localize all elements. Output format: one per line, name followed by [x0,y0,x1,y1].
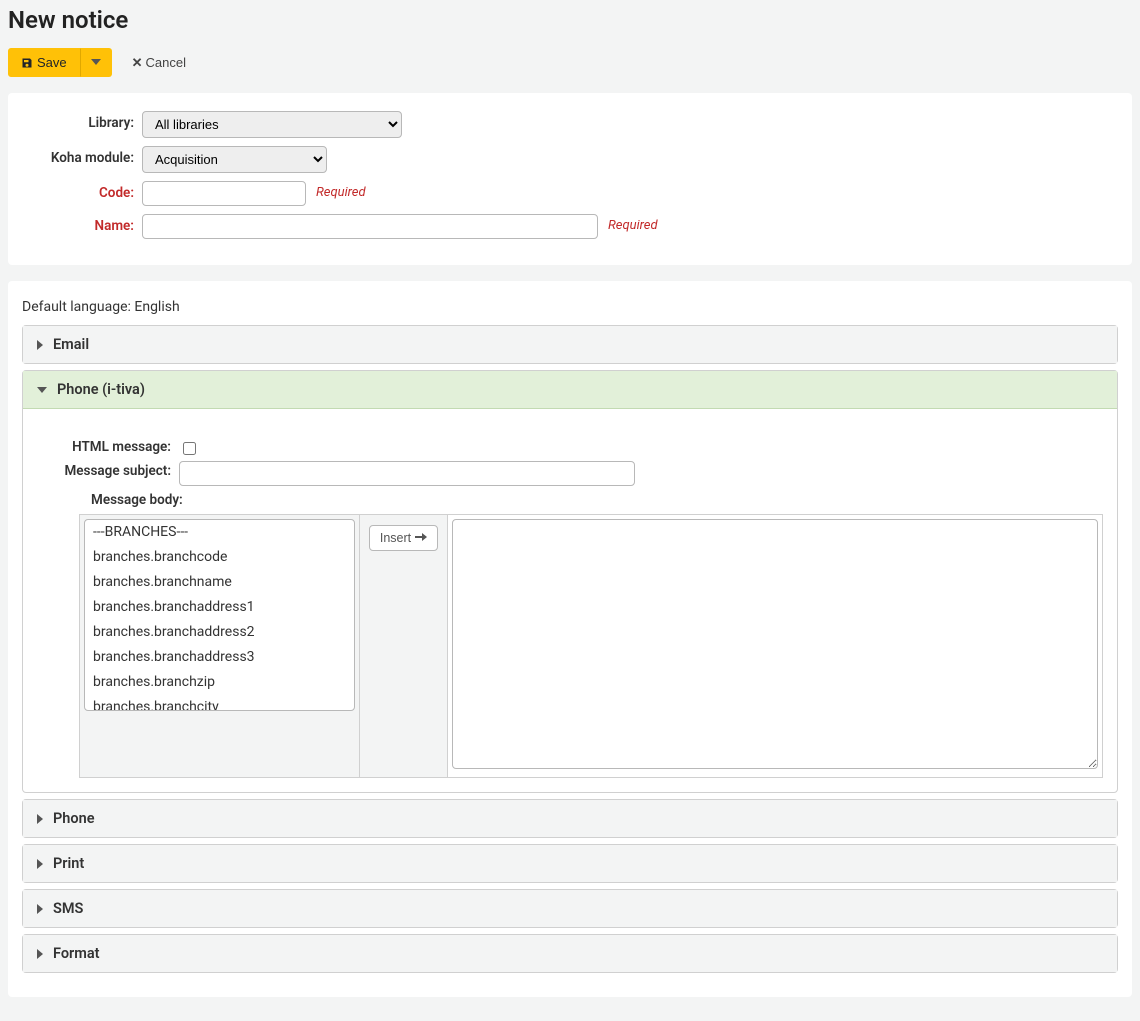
message-body-editor: ---BRANCHES--- branches.branchcode branc… [79,514,1103,778]
section-format-title: Format [53,945,100,962]
section-print-title: Print [53,855,84,872]
body-textarea-column [448,515,1102,777]
message-subject-label: Message subject: [61,461,179,479]
caret-right-icon [37,814,43,824]
field-option[interactable]: branches.branchaddress2 [85,620,354,645]
html-message-checkbox[interactable] [183,442,196,455]
field-list-column: ---BRANCHES--- branches.branchcode branc… [80,515,360,777]
save-button-label: Save [37,55,67,70]
section-phone-itiva-title: Phone (i-tiva) [57,381,145,398]
html-message-label: HTML message: [61,437,179,455]
field-option[interactable]: branches.branchcode [85,545,354,570]
message-body-label: Message body: [91,492,1103,508]
library-label: Library: [22,111,142,131]
caret-right-icon [37,949,43,959]
save-button[interactable]: Save [8,48,80,77]
caret-right-icon [37,340,43,350]
field-option[interactable]: branches.branchaddress1 [85,595,354,620]
default-language-value: English [134,299,179,315]
section-email-title: Email [53,336,89,353]
close-icon: ✕ [132,55,143,71]
section-phone-itiva-header[interactable]: Phone (i-tiva) [23,371,1117,409]
field-option[interactable]: branches.branchzip [85,670,354,695]
caret-right-icon [37,859,43,869]
section-email: Email [22,325,1118,364]
section-print: Print [22,844,1118,883]
module-label: Koha module: [22,146,142,166]
section-sms: SMS [22,889,1118,928]
section-phone-itiva-body: HTML message: Message subject: Message b… [23,409,1117,792]
code-input[interactable] [142,181,306,206]
name-required-hint: Required [608,214,658,233]
toolbar: Save ✕ Cancel [0,48,1140,93]
section-format: Format [22,934,1118,973]
save-dropdown-toggle[interactable] [80,48,112,77]
section-phone: Phone [22,799,1118,838]
message-subject-input[interactable] [179,461,635,486]
field-option[interactable]: ---BRANCHES--- [85,520,354,545]
name-label: Name: [22,214,142,234]
insert-column: Insert [360,515,448,777]
name-input[interactable] [142,214,598,239]
cancel-button-label: Cancel [146,55,186,70]
section-phone-title: Phone [53,810,95,827]
cancel-button[interactable]: ✕ Cancel [124,49,194,77]
field-option[interactable]: branches.branchaddress3 [85,645,354,670]
caret-down-icon [91,59,101,65]
section-print-header[interactable]: Print [23,845,1117,882]
section-format-header[interactable]: Format [23,935,1117,972]
caret-down-icon [37,387,47,393]
section-sms-header[interactable]: SMS [23,890,1117,927]
field-option[interactable]: branches.branchcity [85,695,354,711]
module-select[interactable]: Acquisition [142,146,327,173]
insert-button-label: Insert [380,531,411,545]
arrow-right-icon [415,531,427,545]
section-email-header[interactable]: Email [23,326,1117,363]
code-required-hint: Required [316,181,366,200]
section-phone-header[interactable]: Phone [23,800,1117,837]
save-icon [21,57,33,69]
message-panel: Default language: English Email Phone (i… [8,281,1132,997]
caret-right-icon [37,904,43,914]
field-list[interactable]: ---BRANCHES--- branches.branchcode branc… [84,519,355,711]
message-body-textarea[interactable] [452,519,1098,769]
field-option[interactable]: branches.branchname [85,570,354,595]
section-phone-itiva: Phone (i-tiva) HTML message: Message sub… [22,370,1118,793]
insert-button[interactable]: Insert [369,525,438,551]
code-label: Code: [22,181,142,201]
page-title: New notice [0,0,1140,48]
library-select[interactable]: All libraries [142,111,402,138]
notice-form-panel: Library: All libraries Koha module: Acqu… [8,93,1132,265]
section-sms-title: SMS [53,900,83,917]
default-language-label: Default language: [22,299,131,315]
